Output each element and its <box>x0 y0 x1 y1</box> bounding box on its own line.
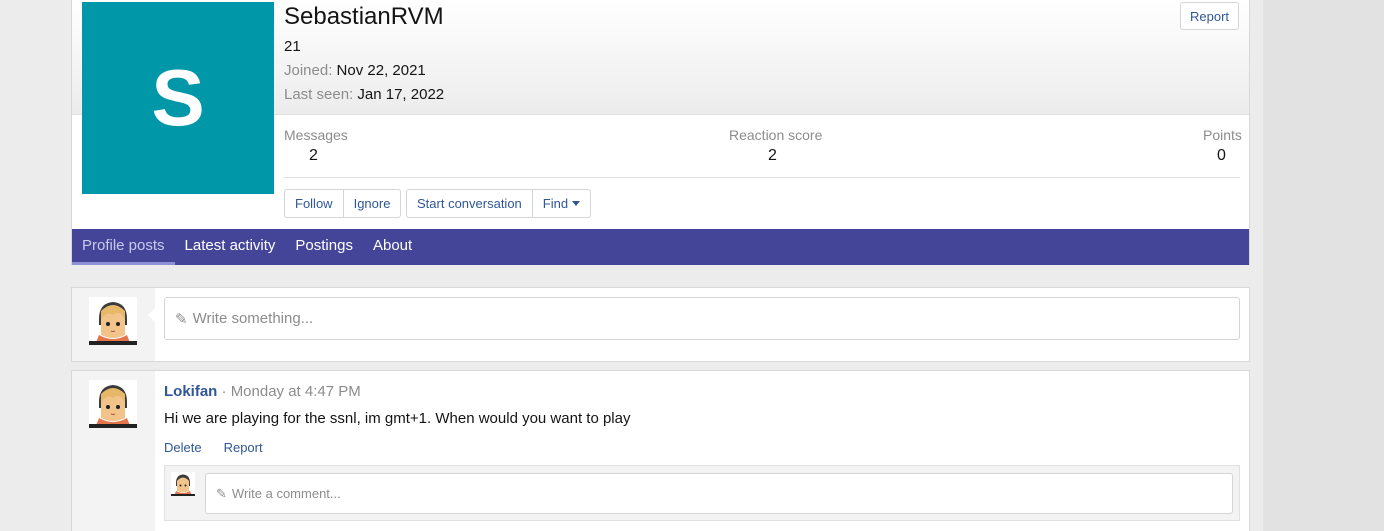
write-something-placeholder: Write something... <box>192 310 314 327</box>
profile-post-composer: ✎ Write something... <box>71 287 1250 362</box>
profile-tabs: Profile posts Latest activity Postings A… <box>72 229 1249 265</box>
post-meta: Lokifan · Monday at 4:47 PM <box>164 383 361 400</box>
profile-joined: Joined: Nov 22, 2021 <box>284 62 426 79</box>
points-value[interactable]: 0 <box>1217 147 1226 165</box>
composer-arrow <box>148 306 157 324</box>
profile-card: S SebastianRVM 21 Joined: Nov 22, 2021 L… <box>71 0 1250 265</box>
points-label: Points <box>1203 127 1242 143</box>
post-separator: · <box>217 383 231 400</box>
post-timestamp[interactable]: Monday at 4:47 PM <box>231 383 361 400</box>
post-body: Hi we are playing for the ssnl, im gmt+1… <box>164 410 631 427</box>
report-post-link[interactable]: Report <box>224 440 263 455</box>
find-label: Find <box>542 196 569 211</box>
profile-age: 21 <box>284 38 301 55</box>
profile-last-seen: Last seen: Jan 17, 2022 <box>284 86 444 103</box>
profile-post: Lokifan · Monday at 4:47 PM Hi we are pl… <box>71 370 1250 531</box>
post-author-avatar[interactable] <box>89 380 137 428</box>
report-profile-button[interactable]: Report <box>1180 2 1239 30</box>
current-user-avatar[interactable] <box>89 297 137 345</box>
post-author-link[interactable]: Lokifan <box>164 383 217 400</box>
conversation-find-group: Start conversation Find <box>406 189 592 218</box>
tab-profile-posts[interactable]: Profile posts <box>72 229 175 265</box>
messages-label: Messages <box>284 127 348 143</box>
joined-label: Joined: <box>284 62 333 79</box>
post-actions: Delete Report <box>164 440 263 455</box>
follow-ignore-group: Follow Ignore <box>284 189 402 218</box>
caret-down-icon <box>572 201 581 206</box>
pencil-icon: ✎ <box>175 310 188 328</box>
ignore-button[interactable]: Ignore <box>342 190 401 217</box>
tab-latest-activity[interactable]: Latest activity <box>175 229 286 265</box>
follow-button[interactable]: Follow <box>285 190 343 217</box>
profile-username: SebastianRVM <box>284 3 444 30</box>
profile-avatar[interactable]: S <box>82 2 274 194</box>
messages-value[interactable]: 2 <box>309 147 318 165</box>
tab-about[interactable]: About <box>363 229 422 265</box>
write-something-input[interactable]: ✎ Write something... <box>164 297 1240 340</box>
delete-post-link[interactable]: Delete <box>164 440 202 455</box>
find-dropdown-button[interactable]: Find <box>531 190 590 217</box>
joined-value: Nov 22, 2021 <box>336 62 426 79</box>
write-comment-placeholder: Write a comment... <box>231 486 341 501</box>
comment-area: ✎ Write a comment... <box>164 465 1240 521</box>
last-seen-value: Jan 17, 2022 <box>357 86 445 103</box>
stats-divider <box>284 177 1240 178</box>
comment-user-avatar[interactable] <box>171 472 195 496</box>
reaction-score-label: Reaction score <box>729 127 823 143</box>
reaction-score-value[interactable]: 2 <box>768 147 777 165</box>
tab-postings[interactable]: Postings <box>285 229 363 265</box>
write-comment-input[interactable]: ✎ Write a comment... <box>205 473 1233 514</box>
last-seen-label: Last seen: <box>284 86 354 103</box>
pencil-icon: ✎ <box>216 485 227 501</box>
page-gutter <box>1263 0 1384 531</box>
start-conversation-button[interactable]: Start conversation <box>407 190 532 217</box>
